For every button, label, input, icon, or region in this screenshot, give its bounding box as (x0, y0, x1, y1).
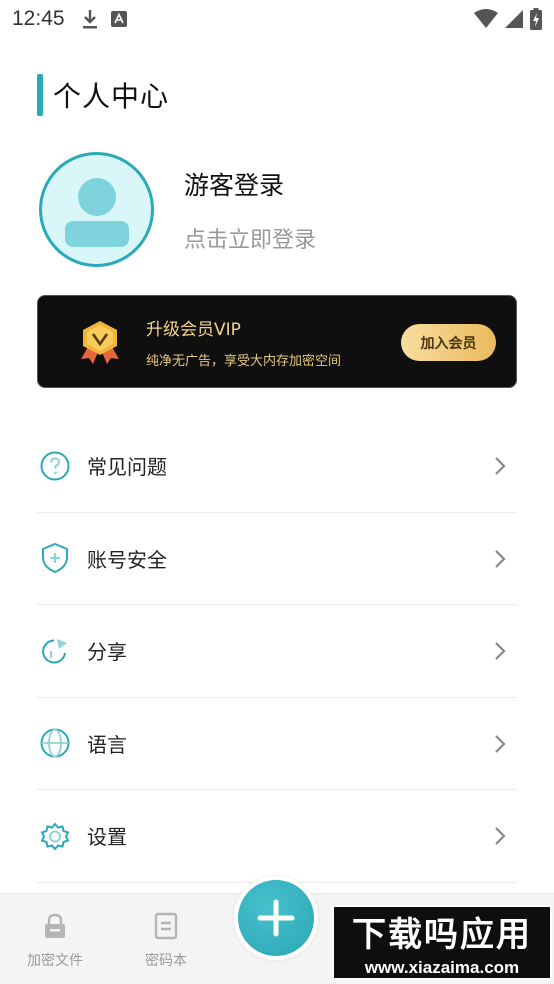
plus-icon (257, 899, 295, 937)
chevron-right-icon (495, 457, 506, 475)
avatar[interactable] (39, 152, 154, 267)
vip-description: 纯净无广告，享受大内存加密空间 (146, 353, 342, 369)
vip-badge-icon (81, 320, 119, 364)
status-bar: 12:45 (0, 0, 554, 38)
gear-icon (40, 822, 70, 851)
shield-plus-icon (42, 543, 68, 574)
watermark-logo: 下载吗应用 www.xiazaima.com (332, 905, 552, 980)
keyboard-a-icon (110, 11, 127, 27)
menu-label-language: 语言 (87, 732, 127, 757)
lock-icon (45, 913, 65, 938)
vip-title: 升级会员VIP (146, 319, 241, 340)
page-header: 个人中心 (37, 74, 169, 116)
profile-login-hint[interactable]: 点击立即登录 (184, 222, 316, 254)
question-circle-icon (40, 451, 70, 481)
add-fab-button[interactable] (238, 880, 314, 956)
join-vip-button[interactable]: 加入会员 (401, 324, 496, 361)
notebook-icon (154, 912, 178, 940)
avatar-body-shape (65, 221, 129, 247)
status-icons-left (81, 8, 127, 30)
title-accent-bar (37, 74, 43, 116)
cellular-signal-icon (505, 10, 523, 28)
profile-login-card[interactable]: 游客登录 点击立即登录 (39, 152, 519, 267)
watermark-url: www.xiazaima.com (364, 958, 520, 977)
menu-item-settings[interactable]: 设置 (37, 790, 517, 883)
wifi-icon (474, 9, 498, 28)
vip-text: 升级会员VIP 纯净无广告，享受大内存加密空间 (146, 315, 341, 369)
chevron-right-icon (495, 642, 506, 660)
menu-item-faq[interactable]: 常见问题 (37, 420, 517, 513)
menu-label-account-security: 账号安全 (87, 547, 167, 572)
menu-label-faq: 常见问题 (87, 455, 167, 480)
page-title: 个人中心 (53, 80, 170, 113)
avatar-head-shape (78, 178, 116, 216)
menu-item-account-security[interactable]: 账号安全 (37, 513, 517, 605)
nav-item-password-book[interactable]: 密码本 (121, 912, 211, 970)
nav-label-encrypted-files: 加密文件 (27, 953, 83, 969)
battery-charging-icon (530, 8, 542, 30)
chevron-right-icon (495, 734, 506, 753)
download-icon (82, 10, 97, 29)
menu-item-language[interactable]: 语言 (37, 698, 517, 790)
menu-item-share[interactable]: 分享 (37, 605, 517, 698)
profile-name[interactable]: 游客登录 (184, 166, 316, 202)
settings-menu: 常见问题 账号安全 分享 语言 设置 (37, 420, 517, 883)
chevron-right-icon (495, 827, 506, 845)
menu-label-settings: 设置 (87, 825, 127, 850)
chevron-right-icon (495, 549, 506, 568)
status-time: 12:45 (12, 7, 65, 30)
share-arrow-icon (42, 638, 67, 664)
watermark-title: 下载吗应用 (352, 916, 532, 954)
nav-item-encrypted-files[interactable]: 加密文件 (10, 912, 100, 970)
globe-icon (40, 728, 70, 758)
status-icons-right (474, 8, 542, 30)
menu-label-share: 分享 (87, 640, 127, 665)
profile-text: 游客登录 点击立即登录 (184, 166, 316, 254)
vip-banner[interactable]: 升级会员VIP 纯净无广告，享受大内存加密空间 加入会员 (37, 295, 517, 388)
nav-label-password-book: 密码本 (145, 953, 187, 969)
